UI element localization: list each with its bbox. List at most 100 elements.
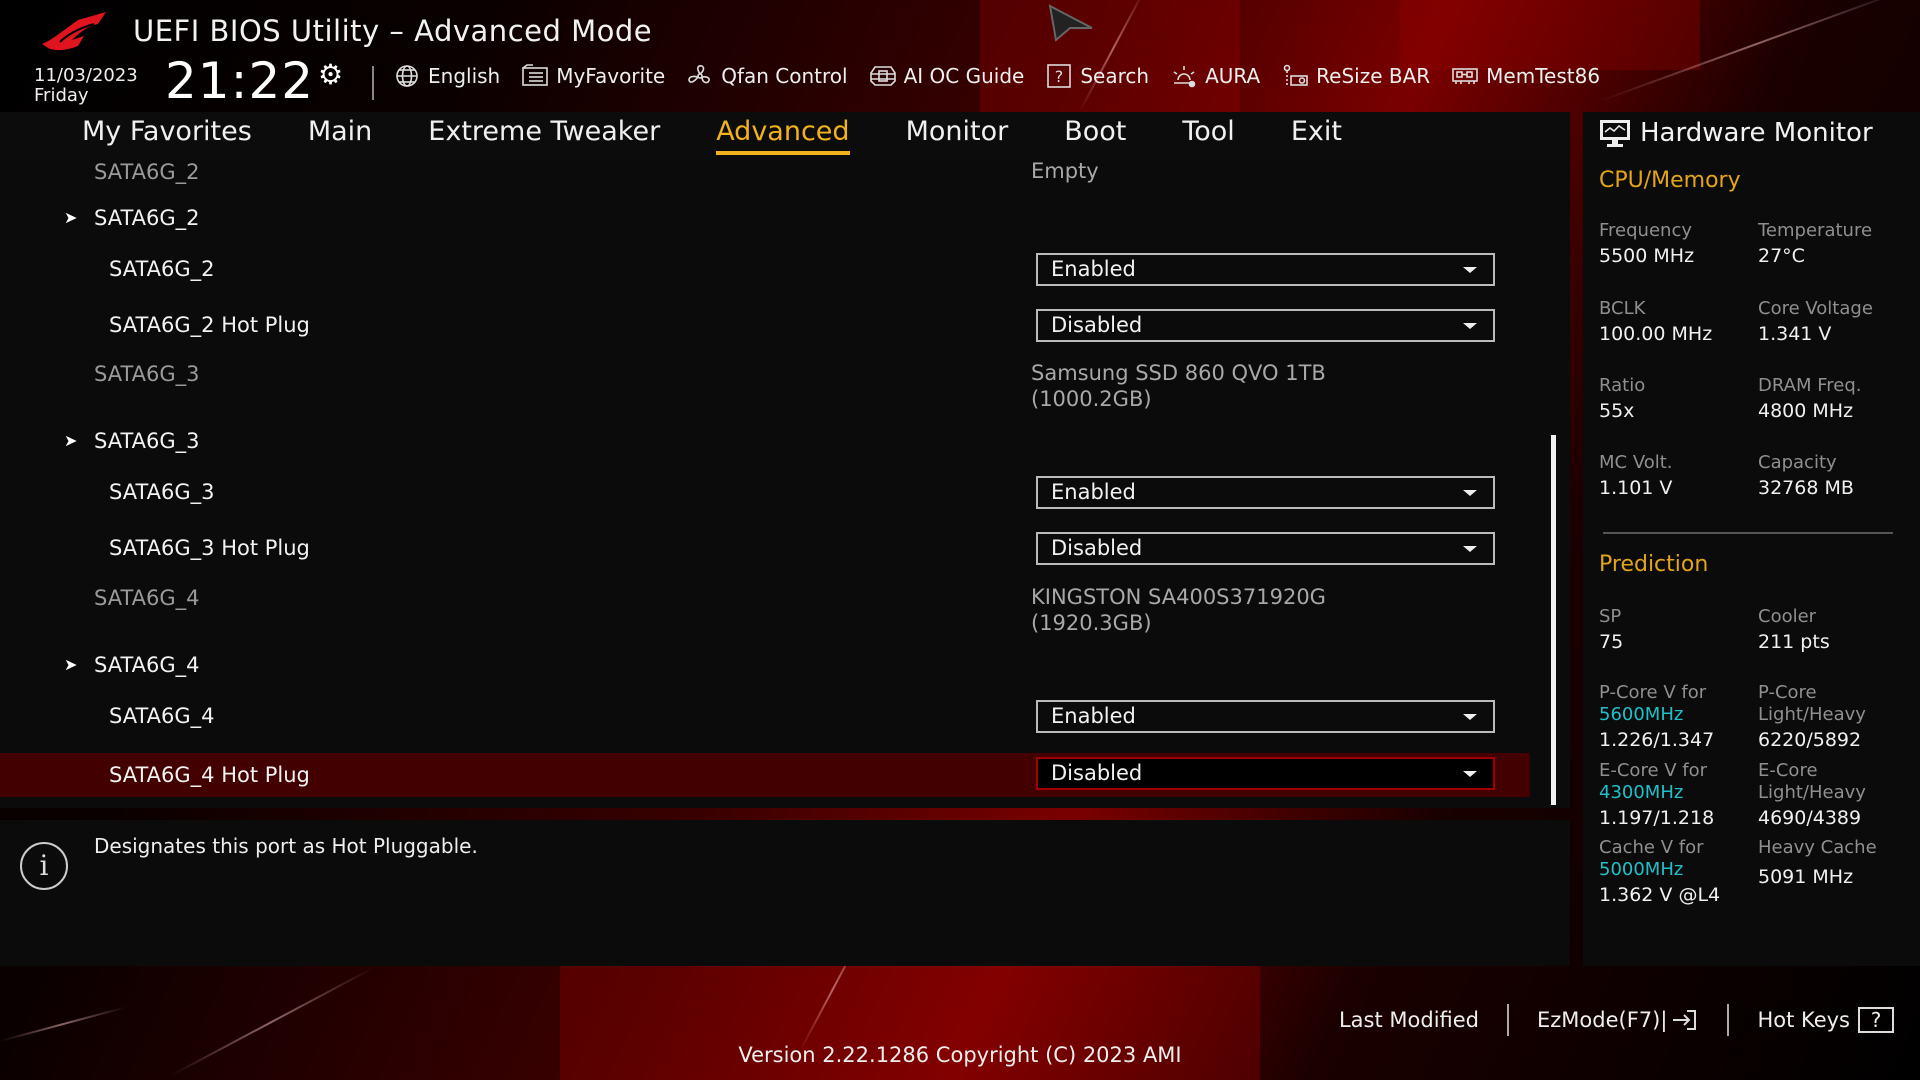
- cooler-stat: Cooler 211 pts: [1758, 606, 1830, 653]
- option-row-sata6g-3-hot-plug[interactable]: SATA6G_3 Hot Plug Disabled: [0, 526, 1530, 570]
- ezmode-button[interactable]: EzMode(F7)|: [1509, 1008, 1727, 1032]
- qfan-control-label: Qfan Control: [721, 64, 848, 88]
- submenu-arrow-icon: ➤: [64, 431, 78, 450]
- option-row-sata6g-2[interactable]: SATA6G_2 Enabled: [0, 247, 1530, 291]
- hardware-monitor-title: Hardware Monitor: [1640, 118, 1873, 148]
- day-text: Friday: [34, 85, 89, 106]
- row-label: SATA6G_2: [94, 206, 200, 230]
- cpu-memory-heading: CPU/Memory: [1599, 168, 1741, 193]
- option-row-sata6g-4[interactable]: SATA6G_4 Enabled: [0, 694, 1530, 738]
- submenu-row-sata6g-2[interactable]: ➤ SATA6G_2: [0, 196, 1530, 240]
- last-modified-button[interactable]: Last Modified: [1311, 1008, 1507, 1032]
- row-label: SATA6G_2 Hot Plug: [109, 313, 310, 337]
- device-capacity: (1920.3GB): [1031, 611, 1152, 635]
- search-button[interactable]: ? Search: [1044, 64, 1149, 88]
- help-question-icon: ?: [1858, 1007, 1894, 1033]
- caret-down-icon: [1463, 267, 1477, 273]
- dropdown-value: Disabled: [1051, 761, 1143, 785]
- hot-keys-button[interactable]: Hot Keys ?: [1729, 1007, 1894, 1033]
- question-box-icon: ?: [1044, 64, 1074, 88]
- scrollbar[interactable]: [1551, 435, 1556, 805]
- option-row-sata6g-3[interactable]: SATA6G_3 Enabled: [0, 470, 1530, 514]
- gear-icon[interactable]: ⚙: [318, 58, 343, 91]
- memtest86-button[interactable]: MemTest86: [1450, 64, 1600, 88]
- last-modified-label: Last Modified: [1338, 1008, 1480, 1032]
- dropdown-value: Disabled: [1051, 536, 1143, 560]
- qfan-control-button[interactable]: Qfan Control: [685, 64, 848, 88]
- settings-list: SATA6G_2 Empty ➤ SATA6G_2 SATA6G_2 Enabl…: [0, 158, 1570, 808]
- ai-oc-guide-button[interactable]: AI OC Guide: [868, 64, 1025, 88]
- row-label: SATA6G_3: [109, 480, 215, 504]
- row-label: SATA6G_4: [94, 653, 200, 677]
- row-label: SATA6G_2: [109, 257, 215, 281]
- device-name: Samsung SSD 860 QVO 1TB: [1031, 361, 1326, 385]
- rog-logo-icon: [42, 12, 106, 51]
- svg-text:?: ?: [1055, 67, 1064, 86]
- pcore-light-heavy-stat: P-Core Light/Heavy 6220/5892: [1758, 682, 1866, 751]
- date-display: 11/03/2023 Friday: [34, 66, 138, 106]
- info-row-sata6g-3: SATA6G_3 Samsung SSD 860 QVO 1TB (1000.2…: [0, 352, 1530, 412]
- pcore-voltage-stat: P-Core V for 5600MHz 1.226/1.347: [1599, 682, 1715, 751]
- language-label: English: [428, 64, 501, 88]
- submenu-row-sata6g-4[interactable]: ➤ SATA6G_4: [0, 643, 1530, 687]
- info-row-sata6g-4: SATA6G_4 KINGSTON SA400S371920G (1920.3G…: [0, 576, 1530, 636]
- bclk-stat: BCLK 100.00 MHz: [1599, 298, 1713, 345]
- aura-light-icon: [1169, 64, 1199, 88]
- header-divider: [372, 66, 374, 100]
- row-label: SATA6G_4 Hot Plug: [109, 763, 310, 787]
- fan-icon: [685, 64, 715, 88]
- ai-oc-guide-label: AI OC Guide: [903, 64, 1025, 88]
- dropdown-value: Enabled: [1051, 257, 1136, 281]
- ai-chip-icon: [868, 64, 898, 88]
- aura-label: AURA: [1205, 64, 1261, 88]
- cache-voltage-stat: Cache V for 5000MHz 1.362 V @L4: [1599, 837, 1721, 906]
- sata6g-2-dropdown[interactable]: Enabled: [1036, 253, 1495, 286]
- hardware-monitor-header: Hardware Monitor: [1598, 118, 1873, 148]
- search-label: Search: [1080, 64, 1150, 88]
- globe-icon: [392, 64, 422, 88]
- device-name: KINGSTON SA400S371920G: [1031, 585, 1326, 609]
- date-text: 11/03/2023: [34, 65, 138, 86]
- row-label: SATA6G_4: [94, 586, 200, 610]
- monitor-icon: [1600, 120, 1630, 147]
- sata6g-4-dropdown[interactable]: Enabled: [1036, 700, 1495, 733]
- sata6g-4-hot-plug-dropdown[interactable]: Disabled: [1036, 757, 1495, 790]
- core-voltage-stat: Core Voltage 1.341 V: [1758, 298, 1873, 345]
- ecore-light-heavy-stat: E-Core Light/Heavy 4690/4389: [1758, 760, 1866, 829]
- option-row-sata6g-2-hot-plug[interactable]: SATA6G_2 Hot Plug Disabled: [0, 303, 1530, 347]
- option-row-sata6g-4-hot-plug[interactable]: SATA6G_4 Hot Plug Disabled: [0, 753, 1530, 797]
- aura-button[interactable]: AURA: [1169, 64, 1260, 88]
- sata6g-2-hot-plug-dropdown[interactable]: Disabled: [1036, 309, 1495, 342]
- heavy-cache-stat: Heavy Cache 5091 MHz: [1758, 837, 1877, 888]
- mouse-cursor-icon: [1048, 4, 1093, 42]
- language-button[interactable]: English: [392, 64, 500, 88]
- row-label: SATA6G_3 Hot Plug: [109, 536, 310, 560]
- caret-down-icon: [1463, 714, 1477, 720]
- row-value: Samsung SSD 860 QVO 1TB (1000.2GB): [1031, 360, 1326, 412]
- caret-down-icon: [1463, 490, 1477, 496]
- row-value: Empty: [1031, 159, 1099, 183]
- memory-icon: [1450, 64, 1480, 88]
- submenu-row-sata6g-3[interactable]: ➤ SATA6G_3: [0, 419, 1530, 463]
- app-title: UEFI BIOS Utility – Advanced Mode: [133, 14, 653, 48]
- title-bar: UEFI BIOS Utility – Advanced Mode 11/03/…: [0, 0, 1920, 112]
- resize-bar-button[interactable]: ReSize BAR: [1280, 64, 1430, 88]
- footer-actions: Last Modified EzMode(F7)| Hot Keys ?: [1311, 1004, 1894, 1036]
- dram-freq-stat: DRAM Freq. 4800 MHz: [1758, 375, 1862, 422]
- submenu-arrow-icon: ➤: [64, 208, 78, 227]
- row-value: KINGSTON SA400S371920G (1920.3GB): [1031, 584, 1326, 636]
- sata6g-3-hot-plug-dropdown[interactable]: Disabled: [1036, 532, 1495, 565]
- prediction-heading: Prediction: [1599, 552, 1709, 577]
- capacity-stat: Capacity 32768 MB: [1758, 452, 1854, 499]
- favorite-list-icon: [520, 64, 550, 88]
- ratio-stat: Ratio 55x: [1599, 375, 1646, 422]
- row-label: SATA6G_2: [94, 160, 200, 184]
- myfavorite-button[interactable]: MyFavorite: [520, 64, 665, 88]
- frequency-stat: Frequency 5500 MHz: [1599, 220, 1695, 267]
- caret-down-icon: [1463, 323, 1477, 329]
- sata6g-3-dropdown[interactable]: Enabled: [1036, 476, 1495, 509]
- version-text: Version 2.22.1286 Copyright (C) 2023 AMI: [738, 1043, 1182, 1067]
- row-label: SATA6G_4: [109, 704, 215, 728]
- myfavorite-label: MyFavorite: [556, 64, 666, 88]
- ecore-voltage-stat: E-Core V for 4300MHz 1.197/1.218: [1599, 760, 1715, 829]
